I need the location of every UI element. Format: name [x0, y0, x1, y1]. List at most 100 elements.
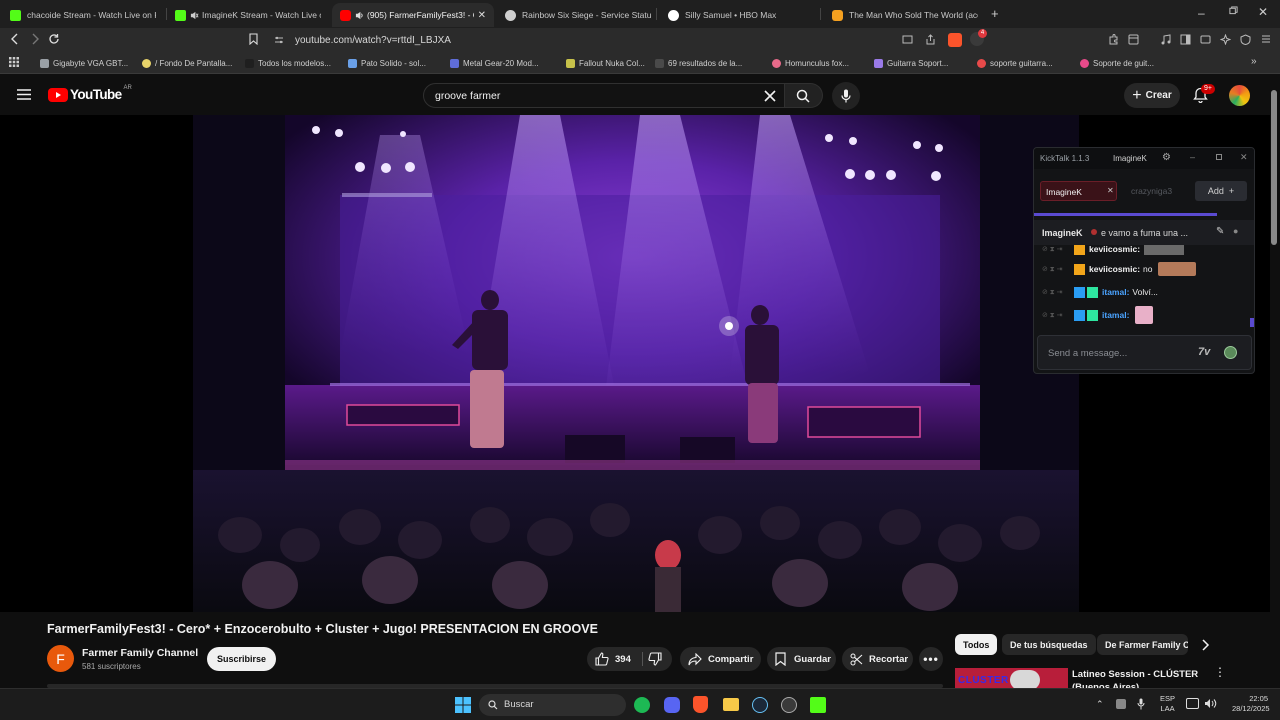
bookmark-item[interactable]: Todos los modelos... [245, 57, 331, 70]
chat-message[interactable]: ⊘ ⧗ ⇥ keviicosmic: [1042, 245, 1247, 257]
pinned-message[interactable]: ImagineK e vamo a fuma una ... ✎ ● [1034, 220, 1254, 245]
close-tab-icon[interactable]: ✕ [1107, 186, 1114, 195]
bookmark-item[interactable]: 69 resultados de la... [655, 57, 742, 70]
more-vertical-icon[interactable]: ⋮ [1214, 666, 1226, 678]
close-tab-icon[interactable]: ✕ [478, 10, 486, 21]
browser-tab-active[interactable]: (905) FarmerFamilyFest3! - Ce ✕ [332, 3, 494, 27]
restore-icon[interactable] [1229, 6, 1238, 15]
7tv-emote-icon[interactable]: 7v [1198, 346, 1210, 358]
clock[interactable]: 22:05 28/12/2025 [1232, 694, 1270, 714]
channel-tab[interactable]: crazyniga3 [1131, 186, 1172, 196]
close-icon[interactable]: ✕ [1240, 152, 1248, 163]
channel-name[interactable]: Farmer Family Channel [82, 647, 198, 659]
chip-all[interactable]: Todos [955, 634, 998, 655]
bookmark-item[interactable]: / Fondo De Pantalla... [142, 57, 232, 70]
chat-message[interactable]: ⊘ ⧗ ⇥ keviicosmic: no [1042, 261, 1247, 277]
back-icon[interactable] [10, 33, 20, 45]
browser-tab[interactable]: Rainbow Six Siege - Service Status | U [497, 3, 659, 27]
extensions-icon[interactable] [1108, 34, 1119, 45]
media-control-icon[interactable] [1160, 34, 1171, 45]
chat-message[interactable]: ⊘ ⧗ ⇥ itamal: [1042, 306, 1247, 324]
save-button[interactable]: Guardar [767, 647, 836, 671]
page-scrollbar[interactable] [1271, 90, 1277, 245]
bookmark-item[interactable]: Fallout Nuka Col... [566, 57, 645, 70]
mod-actions-icon[interactable]: ⊘ ⧗ ⇥ [1042, 288, 1074, 297]
minimize-icon[interactable]: – [1198, 6, 1205, 20]
chip-from-channel[interactable]: De Farmer Family C [1097, 634, 1188, 655]
voice-search-button[interactable] [832, 82, 860, 110]
maximize-icon[interactable] [1216, 154, 1222, 160]
muted-icon[interactable] [190, 11, 199, 20]
obs-icon[interactable] [781, 697, 797, 713]
chevron-right-icon[interactable] [1200, 639, 1210, 651]
volume-icon[interactable] [1204, 698, 1217, 709]
clip-button[interactable]: Recortar [842, 647, 913, 671]
search-input[interactable]: groove farmer [423, 83, 785, 108]
new-tab-icon[interactable]: + [991, 6, 999, 21]
subscribe-button[interactable]: Suscribirse [207, 647, 276, 671]
browser-tab[interactable]: chacoide Stream - Watch Live on Kick [2, 3, 164, 27]
spotify-icon[interactable] [634, 697, 650, 713]
bookmark-item[interactable]: Metal Gear-20 Mod... [450, 57, 539, 70]
bookmark-item[interactable]: Guitarra Soport... [874, 57, 948, 70]
bookmark-item[interactable]: Gigabyte VGA GBT... [40, 57, 128, 70]
suggested-video-title[interactable]: Latineo Session - CLÚSTER [1072, 669, 1198, 680]
brave-browser-icon[interactable] [693, 696, 708, 713]
file-explorer-icon[interactable] [723, 698, 739, 711]
chip-from-searches[interactable]: De tus búsquedas [1002, 634, 1096, 655]
chat-input[interactable]: Send a message... 7v [1037, 335, 1252, 370]
clear-search-icon[interactable] [764, 90, 776, 102]
hamburger-menu-icon[interactable] [17, 89, 31, 100]
user-icon[interactable]: ● [1233, 226, 1238, 236]
network-icon[interactable] [1186, 698, 1199, 709]
windows-start-icon[interactable] [455, 697, 471, 713]
browser-tab[interactable]: ImagineK Stream - Watch Live on [167, 3, 329, 27]
microphone-tray-icon[interactable] [1137, 698, 1145, 710]
bookmark-item[interactable]: Homunculus fox... [772, 57, 849, 70]
chat-message-list[interactable]: ⊘ ⧗ ⇥ keviicosmic: ⊘ ⧗ ⇥ keviicosmic: no… [1034, 245, 1254, 327]
address-bar[interactable]: youtube.com/watch?v=rttdI_LBJXA [268, 30, 988, 50]
sidebar-icon[interactable] [1180, 34, 1191, 45]
bookmark-item[interactable]: Pato Solido - sol... [348, 57, 426, 70]
mod-actions-icon[interactable]: ⊘ ⧗ ⇥ [1042, 265, 1074, 274]
search-button[interactable] [785, 83, 823, 108]
like-button[interactable]: 394 [587, 647, 640, 671]
tab-search-icon[interactable] [1128, 34, 1139, 45]
bookmark-item[interactable]: Soporte de guit... [1080, 57, 1154, 70]
wallet-icon[interactable] [1200, 34, 1211, 45]
share-button[interactable]: Compartir [680, 647, 761, 671]
more-bookmarks-icon[interactable]: » [1251, 56, 1257, 67]
settings-gear-icon[interactable]: ⚙ [1162, 152, 1171, 163]
dislike-button[interactable] [648, 652, 662, 666]
pin-icon[interactable]: ✎ [1216, 226, 1224, 237]
add-channel-button[interactable]: Add + [1195, 181, 1247, 201]
apps-grid-icon[interactable] [9, 57, 19, 67]
leo-ai-icon[interactable] [1220, 34, 1231, 45]
mod-actions-icon[interactable]: ⊘ ⧗ ⇥ [1042, 245, 1074, 254]
taskbar-search[interactable]: Buscar [479, 694, 626, 716]
chevron-up-icon[interactable]: ⌃ [1096, 699, 1104, 710]
language-indicator[interactable]: ESP LAA [1160, 694, 1175, 714]
chat-message[interactable]: ⊘ ⧗ ⇥ itamal: Volví... [1042, 284, 1247, 300]
audio-playing-icon[interactable] [355, 11, 364, 20]
mod-actions-icon[interactable]: ⊘ ⧗ ⇥ [1042, 311, 1074, 320]
menu-icon[interactable] [1261, 34, 1271, 44]
create-button[interactable]: + Crear [1124, 83, 1180, 108]
channel-tab-active[interactable]: ImagineK ✕ [1040, 181, 1117, 201]
youtube-logo[interactable]: YouTube AR [48, 85, 132, 102]
bookmark-item[interactable]: soporte guitarra... [977, 57, 1053, 70]
vpn-icon[interactable] [1240, 34, 1251, 45]
minimize-icon[interactable]: – [1190, 152, 1195, 162]
reload-icon[interactable] [48, 33, 60, 45]
emote-picker-icon[interactable] [1224, 346, 1237, 359]
avatar[interactable] [1229, 85, 1250, 106]
more-actions-button[interactable]: ••• [919, 647, 943, 671]
channel-avatar[interactable]: F [47, 645, 74, 672]
forward-icon[interactable] [30, 33, 40, 45]
tray-app-icon[interactable] [1116, 699, 1126, 709]
discord-icon[interactable] [664, 697, 680, 713]
bookmark-page-icon[interactable] [249, 33, 258, 45]
kicktalk-chat-window[interactable]: KickTalk 1.1.3 ImagineK ⚙ – ✕ ImagineK ✕… [1033, 147, 1255, 374]
notifications-button[interactable]: 9+ [1193, 84, 1215, 103]
suggested-video-thumbnail[interactable]: CLUSTER [955, 668, 1068, 688]
